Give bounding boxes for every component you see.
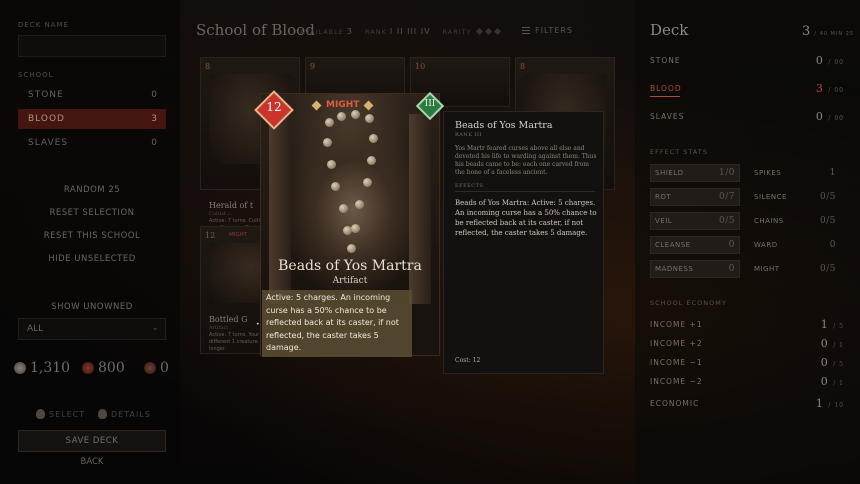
stat-value: 0 bbox=[728, 240, 735, 250]
school-suffix: / 00 bbox=[828, 114, 844, 122]
economy-name: INCOME −2 bbox=[650, 376, 703, 386]
stat-name: ROT bbox=[655, 193, 672, 201]
deck-count-value: 3 bbox=[802, 24, 811, 39]
economy-suffix: / 1 bbox=[833, 341, 844, 349]
card-cost: 12 bbox=[266, 100, 282, 114]
details-title: Beads of Yos Martra bbox=[455, 120, 553, 131]
bullet-icon: • bbox=[256, 321, 260, 328]
stat-value: 1 bbox=[829, 168, 836, 178]
diamond-icon bbox=[363, 100, 374, 110]
economy-value: 1 bbox=[820, 317, 829, 331]
stat-rot: ROT 0/7 bbox=[650, 188, 740, 206]
school-economy-label: SCHOOL ECONOMY bbox=[650, 299, 727, 307]
economy-economic: ECONOMIC 1 / 10 bbox=[650, 395, 844, 411]
stat-name: MIGHT bbox=[754, 265, 780, 273]
stat-name: WARD bbox=[754, 241, 778, 249]
economy-suffix: / 1 bbox=[833, 379, 844, 387]
stat-name: SPIKES bbox=[754, 169, 782, 177]
beads-art bbox=[321, 108, 381, 258]
school-suffix: / 00 bbox=[828, 86, 844, 94]
economy-income-minus-1: INCOME −1 0 / 5 bbox=[650, 354, 844, 370]
school-value: 0 bbox=[815, 53, 824, 67]
economy-income-minus-2: INCOME −2 0 / 1 bbox=[650, 373, 844, 389]
stat-name: SILENCE bbox=[754, 193, 787, 201]
details-flavor: Yos Martr feared curses above all else a… bbox=[455, 145, 597, 176]
diamond-icon bbox=[311, 100, 322, 110]
details-rank: RANK III bbox=[455, 132, 483, 138]
details-cost: Cost: 12 bbox=[455, 357, 481, 364]
stat-name: MADNESS bbox=[655, 265, 694, 273]
school-name: SLAVES bbox=[650, 111, 685, 121]
stat-value: 0/7 bbox=[719, 192, 735, 202]
economy-value: 0 bbox=[820, 374, 829, 388]
card-title: Beads of Yos Martra bbox=[278, 258, 422, 274]
stat-cleanse: CLEANSE 0 bbox=[650, 236, 740, 254]
deck-count: 3 / 40 MIN 25 bbox=[802, 24, 854, 39]
deck-school-blood: BLOOD 3 / 00 bbox=[650, 80, 844, 96]
effects-label: EFFECTS bbox=[455, 183, 484, 189]
card-details-panel: Beads of Yos Martra RANK III Yos Martr f… bbox=[443, 111, 604, 374]
stat-madness: MADNESS 0 bbox=[650, 260, 740, 278]
stat-name: VEIL bbox=[655, 217, 673, 225]
stat-value: 0/5 bbox=[820, 192, 836, 202]
school-name: STONE bbox=[650, 55, 681, 65]
economy-name: ECONOMIC bbox=[650, 398, 700, 408]
stat-chains: CHAINS 0/5 bbox=[750, 212, 840, 230]
stat-spikes: SPIKES 1 bbox=[750, 164, 840, 182]
economy-income-plus-2: INCOME +2 0 / 1 bbox=[650, 335, 844, 351]
school-value: 3 bbox=[815, 81, 824, 95]
stat-value: 1/0 bbox=[719, 168, 735, 178]
stat-silence: SILENCE 0/5 bbox=[750, 188, 840, 206]
economy-name: INCOME −1 bbox=[650, 357, 703, 367]
economy-suffix: / 5 bbox=[833, 360, 844, 368]
economy-name: INCOME +1 bbox=[650, 319, 703, 329]
stat-ward: WARD 0 bbox=[750, 236, 840, 254]
divider bbox=[455, 191, 595, 192]
card-rules: Active: 5 charges. An incoming curse has… bbox=[266, 293, 399, 352]
stat-value: 0 bbox=[728, 264, 735, 274]
card-school-tag: MIGHT bbox=[311, 100, 374, 110]
deck-school-slaves: SLAVES 0 / 00 bbox=[650, 108, 844, 124]
school-name: BLOOD bbox=[650, 83, 682, 93]
stat-name: SHIELD bbox=[655, 169, 684, 177]
school-name: MIGHT bbox=[326, 100, 360, 110]
effect-stats-label: EFFECT STATS bbox=[650, 148, 708, 156]
economy-value: 0 bbox=[820, 336, 829, 350]
card-rules-text: • Active: 5 charges. An incoming curse h… bbox=[256, 290, 412, 357]
card-rank: III bbox=[424, 99, 436, 109]
card-type: Artifact bbox=[332, 276, 368, 286]
stat-veil: VEIL 0/5 bbox=[650, 212, 740, 230]
school-suffix: / 00 bbox=[828, 58, 844, 66]
deck-school-stone: STONE 0 / 00 bbox=[650, 52, 844, 68]
stat-might: MIGHT 0/5 bbox=[750, 260, 840, 278]
economy-income-plus-1: INCOME +1 1 / 5 bbox=[650, 316, 844, 332]
economy-value: 0 bbox=[820, 355, 829, 369]
deck-title: Deck bbox=[650, 21, 689, 39]
economy-suffix: / 5 bbox=[833, 322, 844, 330]
stat-name: CLEANSE bbox=[655, 241, 691, 249]
stat-shield: SHIELD 1/0 bbox=[650, 164, 740, 182]
economy-name: INCOME +2 bbox=[650, 338, 703, 348]
stat-value: 0/5 bbox=[820, 216, 836, 226]
stat-value: 0/5 bbox=[820, 264, 836, 274]
stat-value: 0/5 bbox=[719, 216, 735, 226]
economy-suffix: / 10 bbox=[828, 401, 844, 409]
effect-text: Beads of Yos Martra: Active: 5 charges. … bbox=[455, 199, 597, 237]
deck-count-suffix: / 40 MIN 25 bbox=[814, 31, 855, 37]
stat-name: CHAINS bbox=[754, 217, 784, 225]
stat-value: 0 bbox=[829, 240, 836, 250]
active-underline bbox=[650, 96, 680, 97]
economy-value: 1 bbox=[815, 396, 824, 410]
school-value: 0 bbox=[815, 109, 824, 123]
